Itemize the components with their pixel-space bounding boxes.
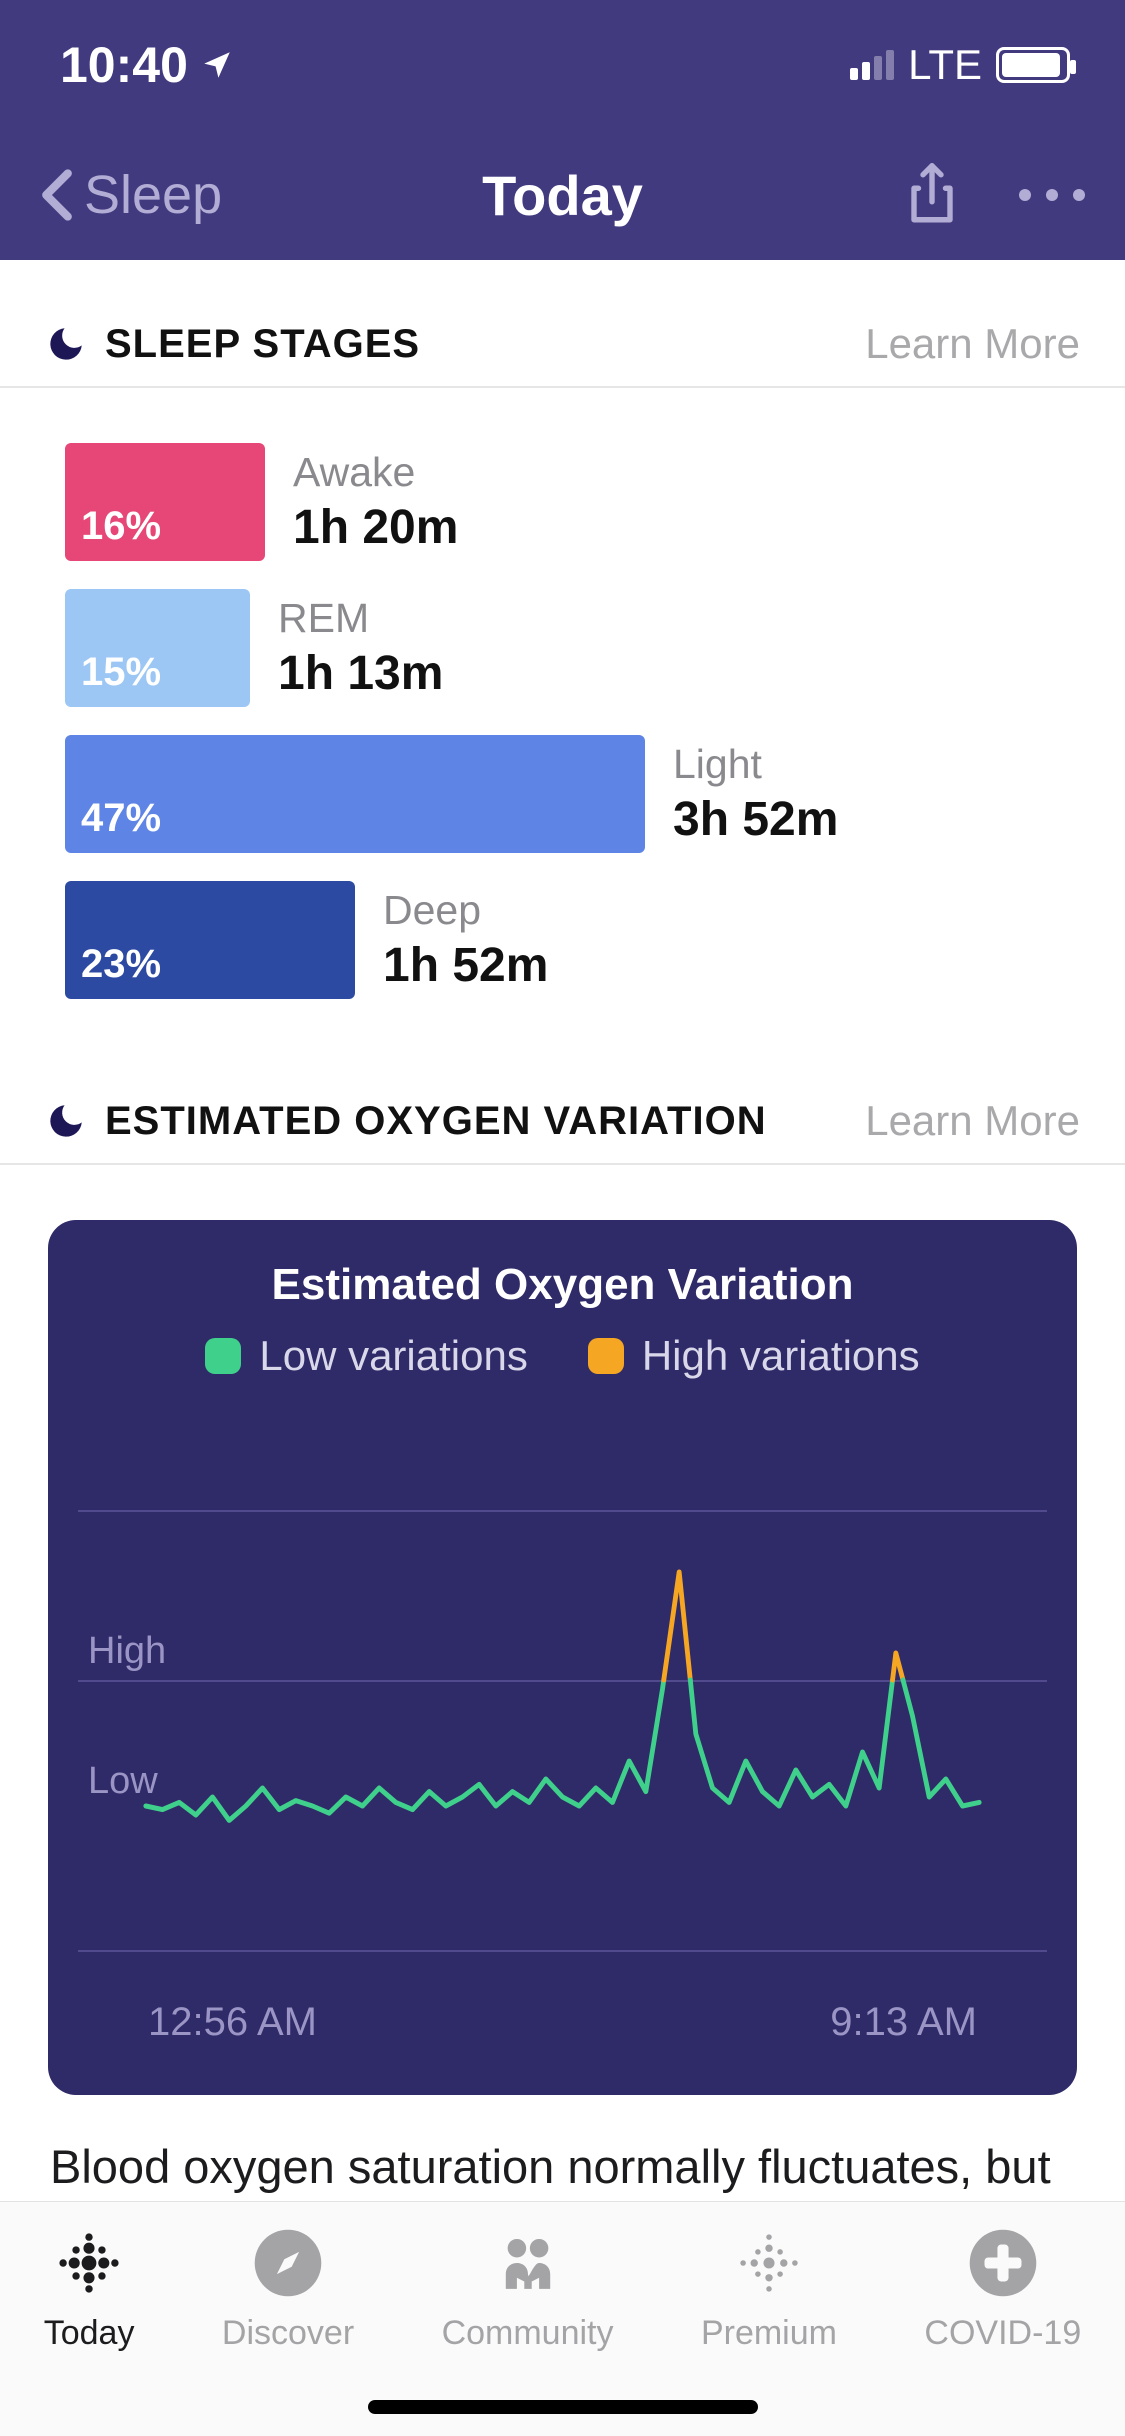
sleep-stages-chart: 16% Awake1h 20m 15% REM1h 13m 47% Light3h 52m… xyxy=(0,388,1125,1097)
oxygen-chart: High Low xyxy=(78,1430,1047,1960)
stage-row-rem[interactable]: 15% REM1h 13m xyxy=(65,589,1060,707)
stage-label: Awake xyxy=(293,449,458,496)
stage-percent: 47% xyxy=(81,796,161,841)
stage-text: Deep1h 52m xyxy=(355,887,548,993)
stage-duration: 1h 20m xyxy=(293,500,458,555)
network-label: LTE xyxy=(908,41,982,89)
time-end: 9:13 AM xyxy=(830,2000,977,2045)
more-button[interactable] xyxy=(1019,189,1085,201)
learn-more-stages[interactable]: Learn More xyxy=(865,320,1080,368)
signal-icon xyxy=(850,50,894,80)
stage-row-awake[interactable]: 16% Awake1h 20m xyxy=(65,443,1060,561)
stage-label: Deep xyxy=(383,887,548,934)
tab-label: Today xyxy=(44,2314,135,2353)
moon-icon xyxy=(45,323,87,365)
legend-high-label: High variations xyxy=(642,1332,920,1380)
content: SLEEP STAGES Learn More 16% Awake1h 20m 15… xyxy=(0,260,1125,2230)
battery-icon xyxy=(996,47,1070,83)
tab-label: Community xyxy=(442,2314,614,2353)
oxy-card-title: Estimated Oxygen Variation xyxy=(68,1260,1057,1310)
stage-row-light[interactable]: 47% Light3h 52m xyxy=(65,735,1060,853)
time-start: 12:56 AM xyxy=(148,2000,317,2045)
nav-bar: Sleep Today xyxy=(0,130,1125,260)
stage-percent: 23% xyxy=(81,942,161,987)
tab-icon xyxy=(491,2226,565,2300)
tab-discover[interactable]: Discover xyxy=(222,2226,354,2436)
section-header-stages: SLEEP STAGES Learn More xyxy=(0,320,1125,388)
tab-label: Premium xyxy=(701,2314,837,2353)
stage-duration: 1h 13m xyxy=(278,646,443,701)
share-icon[interactable] xyxy=(905,161,959,229)
stage-percent: 15% xyxy=(81,650,161,695)
status-left: 10:40 xyxy=(60,36,234,94)
legend-high: High variations xyxy=(588,1332,920,1380)
tab-icon xyxy=(966,2226,1040,2300)
legend-low-swatch xyxy=(205,1338,241,1374)
oxygen-title-text: ESTIMATED OXYGEN VARIATION xyxy=(105,1099,767,1144)
stage-label: REM xyxy=(278,595,443,642)
status-right: LTE xyxy=(850,41,1070,89)
home-indicator[interactable] xyxy=(368,2400,758,2414)
back-label: Sleep xyxy=(84,164,222,226)
tab-icon xyxy=(52,2226,126,2300)
location-icon xyxy=(200,48,234,82)
stage-row-deep[interactable]: 23% Deep1h 52m xyxy=(65,881,1060,999)
tab-icon xyxy=(251,2226,325,2300)
status-bar: 10:40 LTE xyxy=(0,0,1125,130)
stage-text: Light3h 52m xyxy=(645,741,838,847)
back-button[interactable]: Sleep xyxy=(40,164,222,226)
stages-title-text: SLEEP STAGES xyxy=(105,322,420,367)
learn-more-oxygen[interactable]: Learn More xyxy=(865,1097,1080,1145)
chevron-left-icon xyxy=(40,168,74,222)
legend-low: Low variations xyxy=(205,1332,527,1380)
stage-duration: 3h 52m xyxy=(673,792,838,847)
stage-label: Light xyxy=(673,741,838,788)
section-title-oxygen: ESTIMATED OXYGEN VARIATION xyxy=(45,1099,767,1144)
tab-label: COVID-19 xyxy=(924,2314,1081,2353)
oxygen-line-svg xyxy=(78,1430,1047,1960)
stage-bar: 15% xyxy=(65,589,250,707)
status-time: 10:40 xyxy=(60,36,188,94)
legend-low-label: Low variations xyxy=(259,1332,527,1380)
moon-icon xyxy=(45,1100,87,1142)
oxy-legend: Low variations High variations xyxy=(68,1332,1057,1380)
page-title: Today xyxy=(482,163,643,228)
section-title-stages: SLEEP STAGES xyxy=(45,322,420,367)
stage-text: REM1h 13m xyxy=(250,595,443,701)
nav-actions xyxy=(905,161,1085,229)
section-header-oxygen: ESTIMATED OXYGEN VARIATION Learn More xyxy=(0,1097,1125,1165)
stage-bar: 47% xyxy=(65,735,645,853)
oxy-time-axis: 12:56 AM 9:13 AM xyxy=(68,1960,1057,2065)
stage-text: Awake1h 20m xyxy=(265,449,458,555)
tab-label: Discover xyxy=(222,2314,354,2353)
stage-duration: 1h 52m xyxy=(383,938,548,993)
tab-today[interactable]: Today xyxy=(44,2226,135,2436)
tab-icon xyxy=(732,2226,806,2300)
oxygen-variation-card[interactable]: Estimated Oxygen Variation Low variation… xyxy=(48,1220,1077,2095)
legend-high-swatch xyxy=(588,1338,624,1374)
tab-covid-19[interactable]: COVID-19 xyxy=(924,2226,1081,2436)
stage-percent: 16% xyxy=(81,504,161,549)
stage-bar: 23% xyxy=(65,881,355,999)
tab-bar: Today Discover Community Premium COVID-19 xyxy=(0,2201,1125,2436)
stage-bar: 16% xyxy=(65,443,265,561)
